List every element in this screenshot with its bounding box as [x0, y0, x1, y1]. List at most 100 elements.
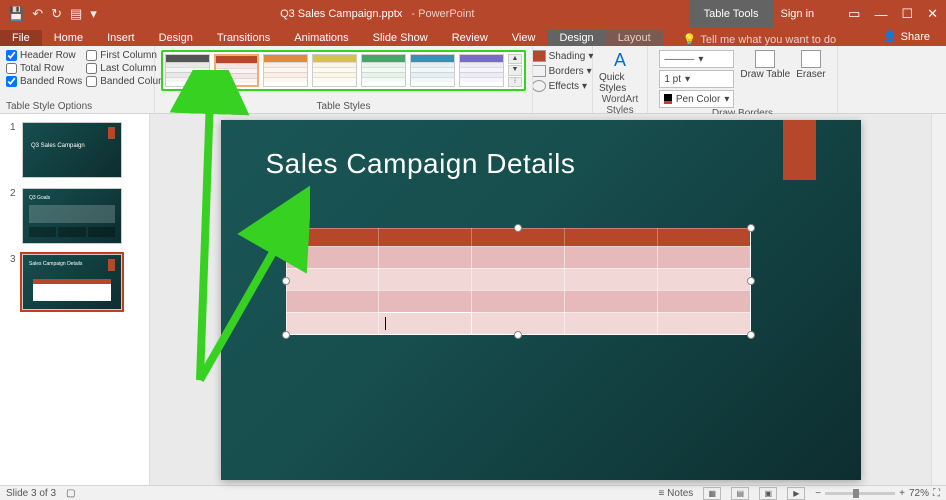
tab-table-design[interactable]: Design — [547, 30, 605, 46]
tab-slideshow[interactable]: Slide Show — [361, 30, 440, 46]
sign-in-link[interactable]: Sign in — [781, 8, 815, 20]
table-style-swatch[interactable] — [263, 54, 308, 87]
ribbon-tabs: File Home Insert Design Transitions Anim… — [0, 28, 946, 46]
slide-thumbnail-1[interactable]: Q3 Sales Campaign — [22, 122, 122, 178]
titlebar: 💾 ↶ ↻ ▤ ▾ Q3 Sales Campaign.pptx - Power… — [0, 0, 946, 28]
slide: Sales Campaign Details — [221, 120, 861, 480]
content-table[interactable] — [286, 228, 751, 335]
resize-handle[interactable] — [747, 224, 755, 232]
redo-icon[interactable]: ↻ — [51, 6, 62, 22]
slide-thumbnail-3[interactable]: Sales Campaign Details — [22, 254, 122, 310]
tab-view[interactable]: View — [500, 30, 548, 46]
sorter-view-button[interactable]: ▤ — [731, 487, 749, 500]
table-style-swatch[interactable] — [361, 54, 406, 87]
gallery-down-icon[interactable]: ▼ — [508, 65, 522, 75]
gallery-up-icon[interactable]: ▲ — [508, 54, 522, 64]
resize-handle[interactable] — [514, 224, 522, 232]
group-shading-borders-effects: Shading ▾ Borders ▾ Effects ▾ — [533, 46, 593, 113]
quick-styles-icon: A — [614, 50, 626, 71]
resize-handle[interactable] — [747, 277, 755, 285]
close-icon[interactable]: ✕ — [927, 6, 938, 22]
resize-handle[interactable] — [747, 331, 755, 339]
tab-transitions[interactable]: Transitions — [205, 30, 282, 46]
draw-table-button[interactable]: Draw Table — [740, 50, 790, 80]
eraser-button[interactable]: Eraser — [796, 50, 825, 80]
slide-counter[interactable]: Slide 3 of 3 — [6, 488, 56, 499]
table-style-swatch[interactable] — [165, 54, 210, 87]
resize-handle[interactable] — [282, 224, 290, 232]
lightbulb-icon: 💡 — [683, 33, 697, 46]
slide-title[interactable]: Sales Campaign Details — [266, 148, 761, 180]
borders-button[interactable]: Borders ▾ — [532, 65, 594, 77]
effects-button[interactable]: Effects ▾ — [532, 80, 594, 92]
accent-bar — [783, 120, 816, 180]
undo-icon[interactable]: ↶ — [32, 6, 43, 22]
resize-handle[interactable] — [514, 331, 522, 339]
fit-to-window-button[interactable]: ⛶ — [933, 488, 940, 499]
tab-file[interactable]: File — [0, 30, 42, 46]
zoom-percent[interactable]: 72% — [909, 488, 929, 499]
tab-animations[interactable]: Animations — [282, 30, 360, 46]
slideshow-view-button[interactable]: ▶ — [787, 487, 805, 500]
share-icon: 👤 — [883, 30, 897, 43]
notes-button[interactable]: ≡ Notes — [659, 488, 694, 499]
shading-button[interactable]: Shading ▾ — [532, 50, 594, 62]
spell-check-icon[interactable]: ▢ — [66, 488, 75, 499]
table-style-swatch[interactable] — [410, 54, 455, 87]
tab-insert[interactable]: Insert — [95, 30, 147, 46]
check-banded-rows[interactable]: Banded Rows — [6, 76, 82, 87]
normal-view-button[interactable]: ▦ — [703, 487, 721, 500]
pen-color-button[interactable]: Pen Color ▾ — [659, 90, 734, 108]
zoom-slider[interactable] — [825, 492, 895, 495]
shading-icon — [532, 50, 546, 62]
tell-me-search[interactable]: 💡Tell me what you want to do — [683, 33, 836, 46]
group-label: WordArt Styles — [599, 94, 641, 116]
vertical-scrollbar[interactable] — [931, 114, 946, 485]
slide-thumbnail-2[interactable]: Q3 Goals — [22, 188, 122, 244]
share-button[interactable]: 👤Share — [875, 28, 938, 45]
ribbon-display-icon[interactable]: ▭ — [848, 6, 860, 22]
slide-canvas[interactable]: Sales Campaign Details — [150, 114, 931, 485]
table-style-swatch[interactable] — [214, 54, 259, 87]
resize-handle[interactable] — [282, 277, 290, 285]
zoom-in-button[interactable]: + — [899, 488, 905, 499]
maximize-icon[interactable]: ☐ — [901, 6, 913, 22]
tab-home[interactable]: Home — [42, 30, 95, 46]
table-style-swatch[interactable] — [312, 54, 357, 87]
quick-styles-button[interactable]: A Quick Styles — [599, 50, 641, 94]
minimize-icon[interactable]: — — [874, 7, 887, 22]
start-slideshow-icon[interactable]: ▤ — [70, 6, 82, 22]
group-wordart-styles: A Quick Styles WordArt Styles — [593, 46, 648, 113]
group-label: Table Styles — [317, 101, 371, 112]
save-icon[interactable]: 💾 — [8, 6, 24, 22]
qat-more-icon[interactable]: ▾ — [90, 6, 97, 22]
pen-style-select[interactable]: ——— ▾ — [659, 50, 734, 68]
group-table-style-options: Header Row First Column Total Row Last C… — [0, 46, 155, 113]
group-label: Table Style Options — [6, 101, 92, 112]
borders-icon — [532, 65, 546, 77]
tab-review[interactable]: Review — [440, 30, 500, 46]
tab-table-layout[interactable]: Layout — [606, 30, 663, 46]
table-style-swatch[interactable] — [459, 54, 504, 87]
table-object[interactable] — [286, 228, 751, 335]
zoom-out-button[interactable]: − — [815, 488, 821, 499]
check-total-row[interactable]: Total Row — [6, 63, 82, 74]
tab-design[interactable]: Design — [147, 30, 205, 46]
check-header-row[interactable]: Header Row — [6, 50, 82, 61]
statusbar: Slide 3 of 3 ▢ ≡ Notes ▦ ▤ ▣ ▶ − + 72% ⛶ — [0, 485, 946, 500]
group-draw-borders: ——— ▾ 1 pt ▾ Pen Color ▾ Draw Table Eras… — [648, 46, 838, 113]
ribbon: Header Row First Column Total Row Last C… — [0, 46, 946, 114]
effects-icon — [532, 80, 546, 92]
gallery-more-icon[interactable]: ⁝ — [508, 77, 522, 87]
reading-view-button[interactable]: ▣ — [759, 487, 777, 500]
app-name: - PowerPoint — [411, 8, 474, 20]
eraser-icon — [801, 50, 821, 68]
table-tools-context-tab: Table Tools — [690, 0, 773, 28]
pen-weight-select[interactable]: 1 pt ▾ — [659, 70, 734, 88]
table-styles-gallery: ▲▼ ⁝ — [161, 50, 526, 91]
draw-table-icon — [755, 50, 775, 68]
slide-thumbnail-pane[interactable]: 1 Q3 Sales Campaign 2 Q3 Goals 3 Sales C… — [0, 114, 150, 485]
resize-handle[interactable] — [282, 331, 290, 339]
document-filename: Q3 Sales Campaign.pptx — [280, 8, 402, 20]
group-table-styles: ▲▼ ⁝ Table Styles — [155, 46, 533, 113]
